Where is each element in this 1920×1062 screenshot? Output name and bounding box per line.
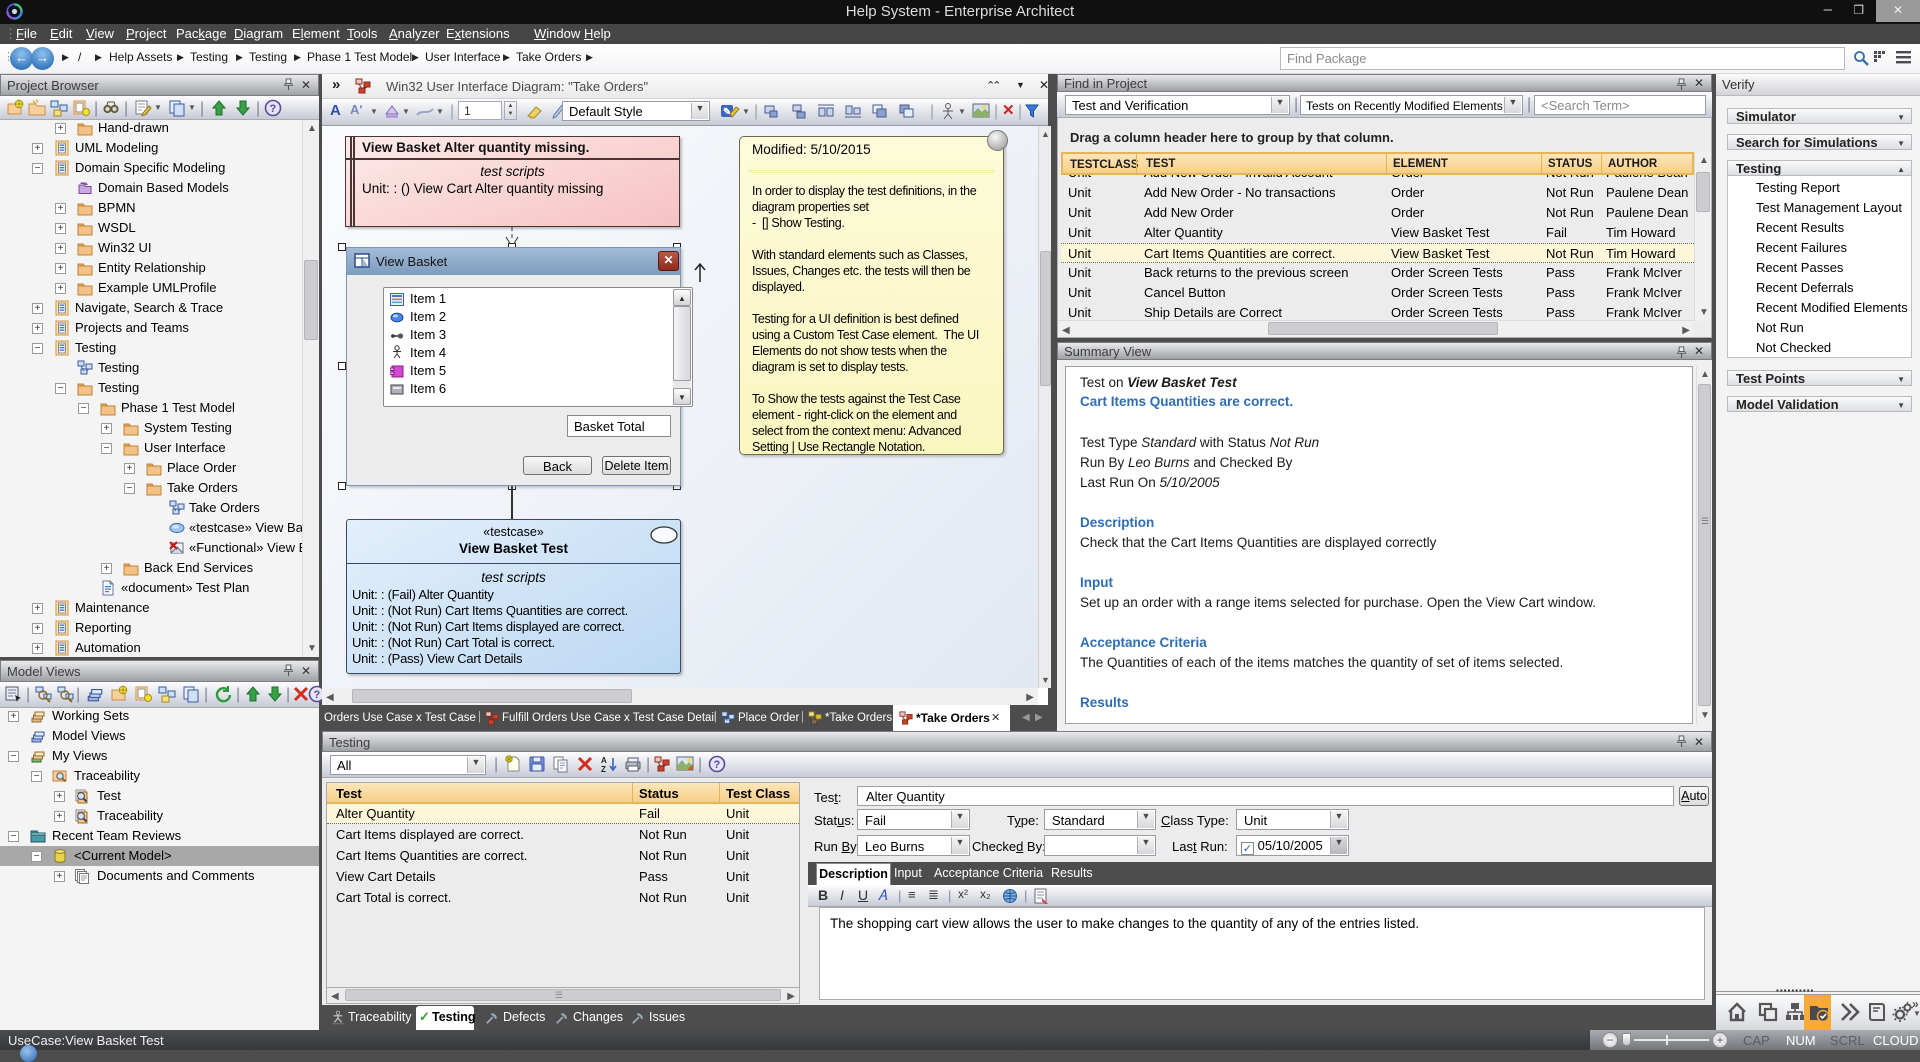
- svg-text:✎: ✎: [723, 107, 731, 118]
